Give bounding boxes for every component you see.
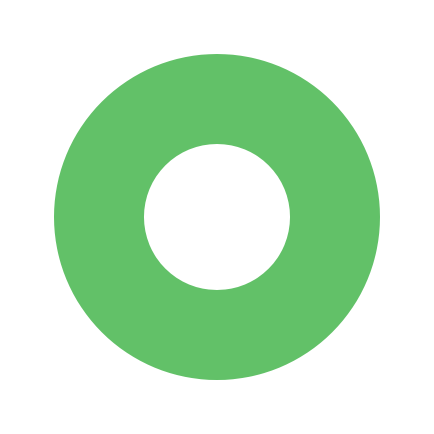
ring-shape	[54, 54, 380, 380]
icon-canvas	[0, 0, 434, 434]
ring-icon	[54, 54, 380, 380]
